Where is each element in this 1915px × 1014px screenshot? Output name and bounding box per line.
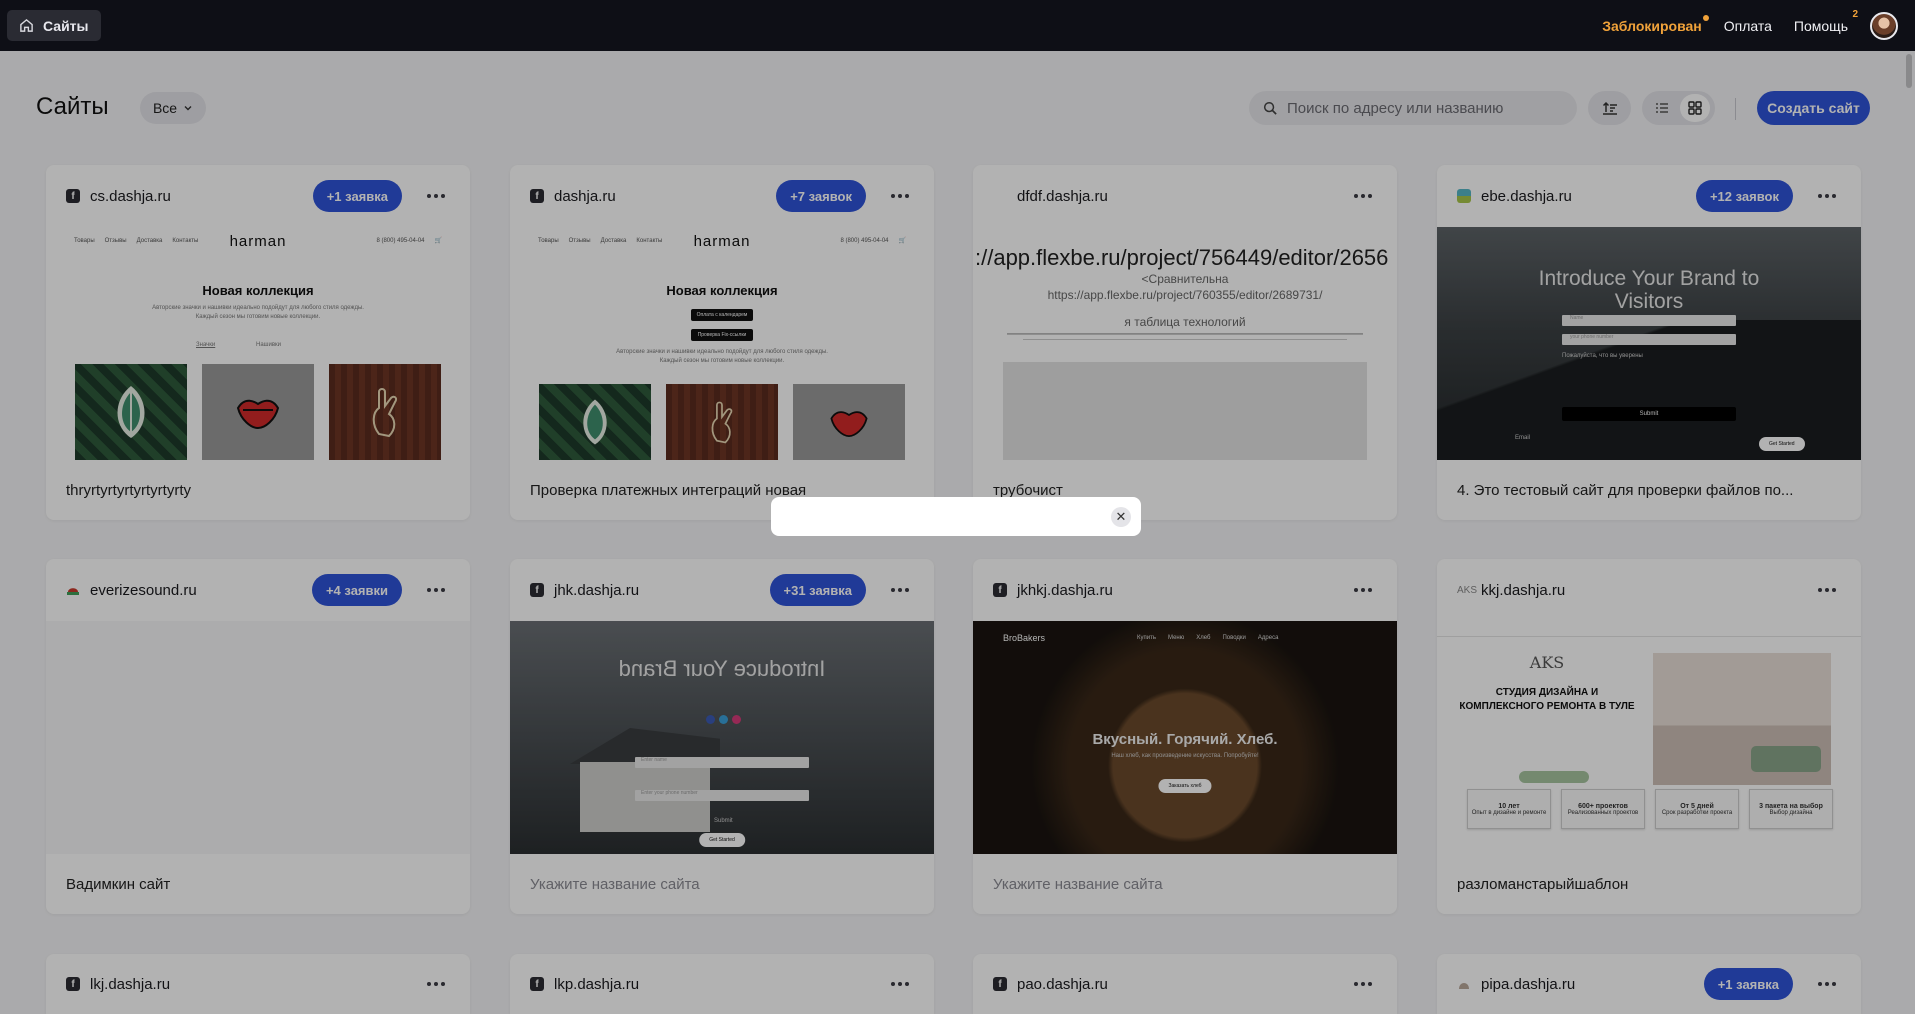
- payment-link[interactable]: Оплата: [1724, 18, 1772, 34]
- user-avatar[interactable]: [1870, 11, 1898, 40]
- sites-label: Сайты: [43, 17, 89, 34]
- modal-dialog: ✕: [771, 497, 1141, 536]
- help-label: Помощь: [1793, 17, 1848, 34]
- home-icon: [20, 18, 33, 32]
- help-link[interactable]: Помощь 2: [1793, 9, 1858, 34]
- close-icon[interactable]: ✕: [1111, 507, 1131, 527]
- sites-home-button[interactable]: Сайты: [7, 10, 101, 41]
- help-badge: 2: [1852, 8, 1858, 20]
- top-bar: Сайты Заблокирован Оплата Помощь 2: [0, 0, 1915, 51]
- blocked-status-link[interactable]: Заблокирован: [1602, 14, 1709, 34]
